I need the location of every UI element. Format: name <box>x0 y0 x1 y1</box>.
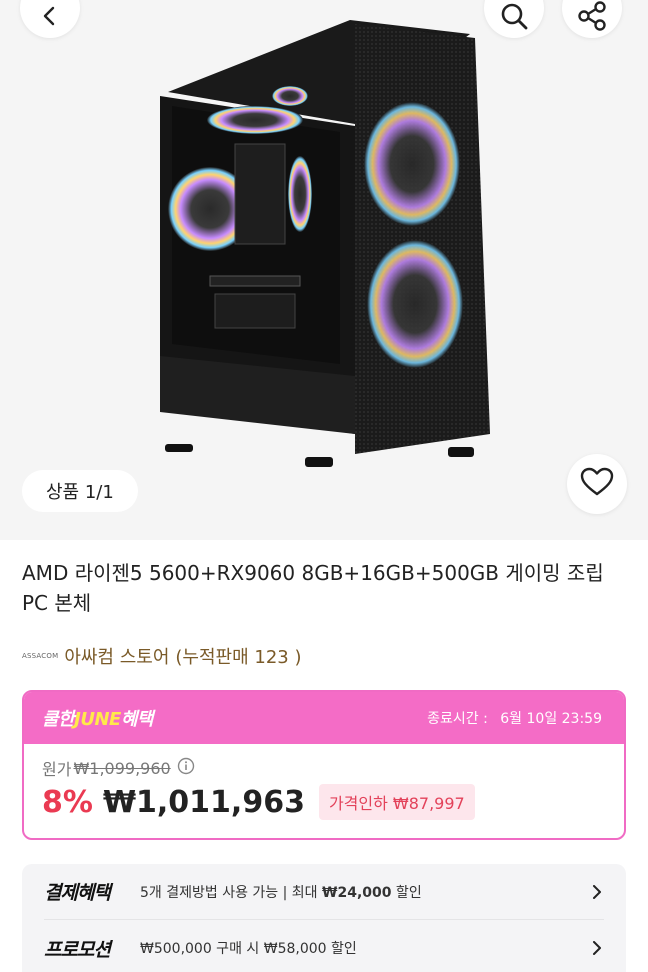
promotion-text: ₩500,000 구매 시 ₩58,000 할인 <box>140 941 357 957</box>
wishlist-button[interactable] <box>567 454 627 514</box>
image-counter-label: 상품 1/1 <box>46 482 114 503</box>
original-price: ₩1,099,960 <box>73 758 171 778</box>
june-benefit-body: 원가 ₩1,099,960 8% ₩1,011,963 가격인하 ₩87,997 <box>24 744 624 832</box>
discount-rate: 8% <box>42 784 93 820</box>
chevron-left-icon <box>38 4 62 32</box>
june-end-label: 종료시간 : <box>427 711 488 727</box>
payment-benefit-text-pre: 5개 결제방법 사용 가능 | 최대 <box>140 884 323 901</box>
share-button[interactable] <box>562 0 622 38</box>
promotion-row[interactable]: 프로모션 ₩500,000 구매 시 ₩58,000 할인 <box>44 920 604 972</box>
payment-benefit-row[interactable]: 결제혜택 5개 결제방법 사용 가능 | 최대 ₩24,000 할인 <box>44 864 604 920</box>
search-icon <box>499 1 529 35</box>
chevron-right-icon <box>593 941 601 955</box>
june-benefit-header: 쿨한JUNE혜택 종료시간 : 6월 10일 23:59 <box>24 692 624 744</box>
sale-price-row: 8% ₩1,011,963 가격인하 ₩87,997 <box>42 784 606 820</box>
store-name: 아싸컴 스토어 <box>64 647 170 668</box>
payment-benefit-amount: ₩24,000 <box>322 884 392 901</box>
june-end-time: 종료시간 : 6월 10일 23:59 <box>427 708 602 728</box>
june-logo-prefix: 쿨한 <box>42 709 75 730</box>
june-benefit-logo: 쿨한JUNE혜택 <box>42 705 153 731</box>
june-logo-highlight: JUNE <box>74 709 121 730</box>
original-price-row: 원가 ₩1,099,960 <box>42 756 606 780</box>
june-logo-suffix: 혜택 <box>120 709 154 730</box>
heart-icon <box>580 467 614 501</box>
info-icon[interactable] <box>177 757 195 779</box>
store-logo: ASSACOM <box>22 652 59 660</box>
product-title: AMD 라이젠5 5600+RX9060 8GB+16GB+500GB 게이밍 … <box>22 561 604 615</box>
image-counter: 상품 1/1 <box>22 470 138 512</box>
chevron-right-icon <box>593 884 601 899</box>
product-image[interactable] <box>150 14 500 474</box>
back-button[interactable] <box>20 0 80 38</box>
benefits-panel: 결제혜택 5개 결제방법 사용 가능 | 최대 ₩24,000 할인 프로모션 … <box>22 864 626 972</box>
payment-benefit-label: 결제혜택 <box>44 882 111 904</box>
store-sales-count: (누적판매 123 ) <box>175 647 302 668</box>
promotion-label: 프로모션 <box>44 938 111 961</box>
original-price-label: 원가 <box>42 760 72 779</box>
june-end-value: 6월 10일 23:59 <box>500 711 602 727</box>
payment-benefit-text-post: 할인 <box>391 884 422 901</box>
store-link[interactable]: ASSACOM 아싸컴 스토어 (누적판매 123 ) <box>22 643 302 669</box>
product-image-area: 상품 1/1 <box>0 0 648 540</box>
price-cut-badge: 가격인하 ₩87,997 <box>318 784 475 820</box>
sale-price: ₩1,011,963 <box>102 784 305 820</box>
share-icon <box>576 0 608 36</box>
payment-benefit-text: 5개 결제방법 사용 가능 | 최대 ₩24,000 할인 <box>140 882 590 902</box>
june-benefit-box: 쿨한JUNE혜택 종료시간 : 6월 10일 23:59 원가 ₩1,099,9… <box>22 690 626 840</box>
